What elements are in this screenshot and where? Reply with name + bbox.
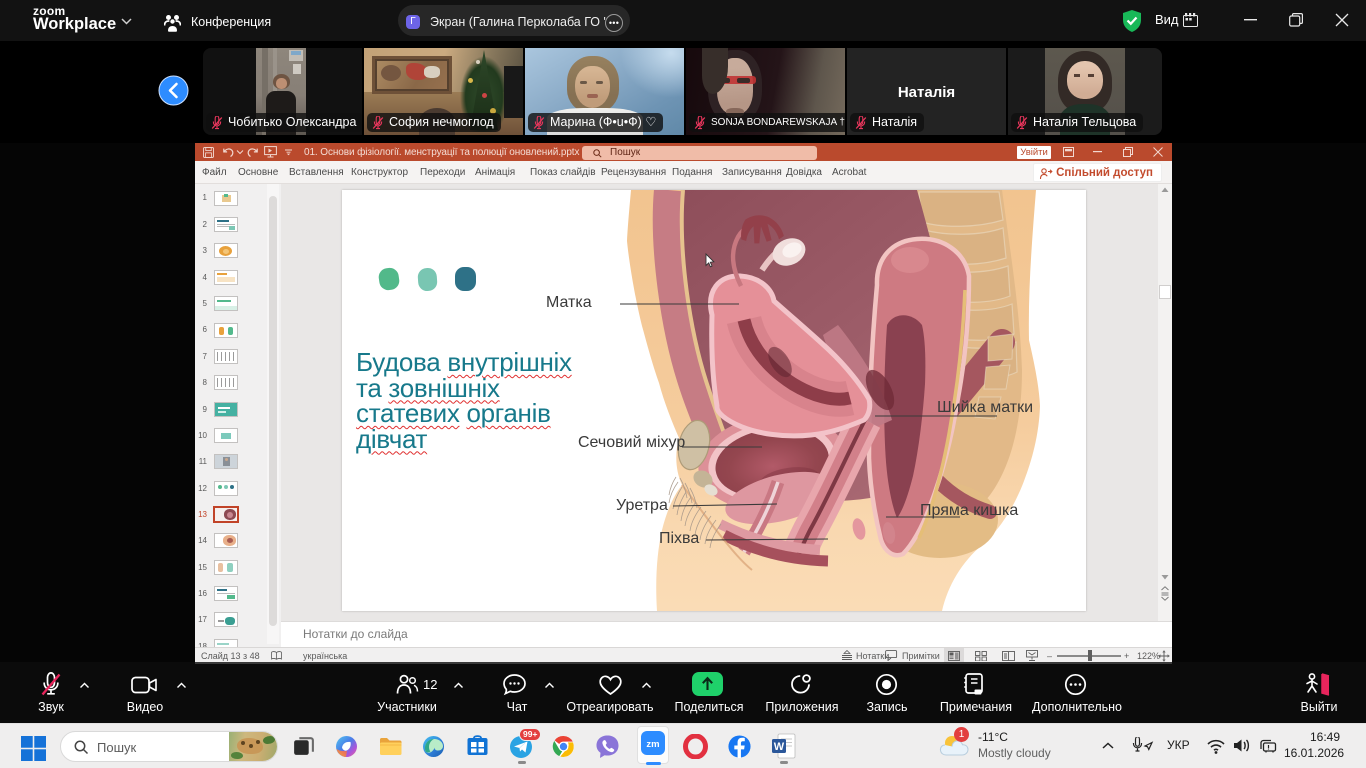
svg-text:Піхва: Піхва xyxy=(659,530,699,547)
svg-text:W: W xyxy=(774,741,785,753)
svg-text:Уретра: Уретра xyxy=(616,497,668,514)
svg-text:zm: zm xyxy=(646,739,659,750)
svg-text:Шийка матки: Шийка матки xyxy=(937,399,1033,416)
svg-text:Матка: Матка xyxy=(546,294,592,311)
